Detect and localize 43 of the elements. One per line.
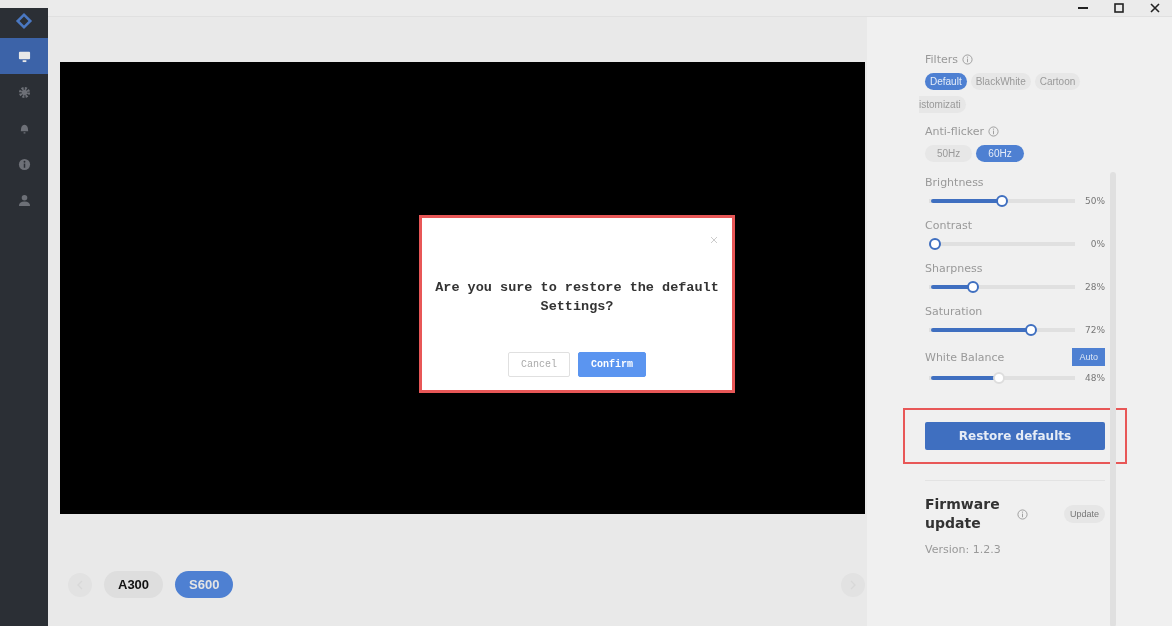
info-icon (962, 54, 973, 65)
slider-value: 48% (1084, 373, 1105, 383)
slider-value: 72% (1084, 325, 1105, 335)
version-text: Version: 1.2.3 (925, 543, 1002, 556)
info-icon (988, 126, 1000, 137)
filter-chip[interactable]: istomizati (919, 96, 966, 113)
info-icon (17, 157, 31, 171)
monitor-icon (17, 49, 31, 63)
info-icon (1017, 508, 1028, 520)
slider-value: 0% (1089, 239, 1105, 249)
sidebar-item[interactable] (0, 38, 48, 74)
frequency-chip[interactable]: 60Hz (976, 145, 1024, 162)
slider-label: White Balance (925, 350, 1005, 364)
slider-thumb[interactable] (966, 281, 979, 293)
close-icon (1150, 3, 1160, 13)
firmware-title: Firmware update (925, 495, 1001, 533)
slider-label: Saturation (925, 305, 983, 318)
filter-chip[interactable]: BlackWhite (970, 73, 1031, 90)
cancel-button[interactable]: Cancel (508, 352, 570, 377)
confirm-button[interactable]: Confirm (578, 352, 646, 377)
device-tab[interactable]: S600 (175, 571, 234, 598)
slider-thumb[interactable] (929, 238, 941, 250)
update-button[interactable]: Update (1063, 505, 1105, 523)
slider-value: 50% (1084, 196, 1105, 206)
settings-icon (17, 85, 31, 99)
user-icon (17, 193, 31, 207)
slider-thumb[interactable] (1025, 324, 1038, 336)
scrollbar[interactable] (1110, 172, 1116, 626)
restore-defaults-button[interactable]: Restore defaults (925, 422, 1105, 450)
dialog-message: Are you sure to restore the default Settings? (434, 279, 720, 316)
maximize-icon (1114, 3, 1124, 13)
slider-label: Sharpness (925, 262, 983, 275)
diamond-logo-icon (15, 12, 33, 30)
filter-chip[interactable]: Default (925, 73, 967, 90)
slider-value: 28% (1084, 282, 1105, 292)
slider-label: Brightness (925, 176, 984, 189)
slider-label: Contrast (925, 219, 972, 232)
filter-chip[interactable]: Cartoon (1034, 73, 1081, 90)
section-label: Filters (925, 53, 958, 66)
slider-thumb[interactable] (996, 195, 1008, 207)
device-tab[interactable]: A300 (104, 571, 164, 598)
section-label: Anti-flicker (925, 125, 985, 138)
frequency-chip[interactable]: 50Hz (925, 145, 973, 162)
